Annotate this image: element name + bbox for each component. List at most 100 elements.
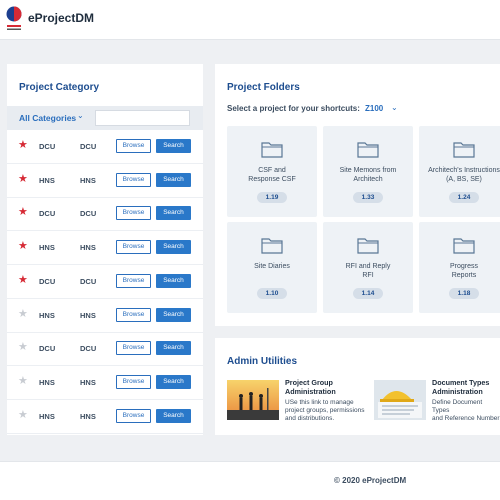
- category-row: ★ DCU DCU Browse Search: [7, 130, 203, 164]
- browse-button[interactable]: Browse: [116, 307, 151, 322]
- category-row: ★ HNS HNS Browse Search: [7, 366, 203, 400]
- category-name: HNS: [80, 175, 96, 185]
- search-button[interactable]: Search: [156, 206, 191, 221]
- browse-button[interactable]: Browse: [116, 374, 151, 389]
- folder-count-badge: 1.19: [257, 192, 287, 203]
- document-types-image[interactable]: [374, 380, 426, 420]
- search-button[interactable]: Search: [156, 139, 191, 153]
- search-button[interactable]: Search: [156, 240, 191, 255]
- folder-icon: [357, 140, 379, 158]
- folder-label: Architech's Instructions (A, BS, SE): [428, 167, 500, 183]
- browse-button[interactable]: Browse: [116, 273, 151, 288]
- star-filled-icon[interactable]: ★: [18, 140, 28, 151]
- folder-label: RFI and Reply RFI: [345, 263, 391, 279]
- search-button[interactable]: Search: [156, 172, 191, 187]
- star-outline-icon[interactable]: ★: [18, 342, 28, 353]
- project-group-image[interactable]: [227, 380, 279, 420]
- project-folders-title: Project Folders: [227, 82, 300, 93]
- project-category-title: Project Category: [19, 82, 100, 93]
- folder-count-badge: 1.24: [449, 192, 479, 203]
- project-category-panel: Project Category All Categories ⌄ ★ DCU DC…: [7, 64, 203, 435]
- folder-label: CSF and Response CSF: [248, 167, 296, 183]
- category-row: ★ HNS HNS Browse Search: [7, 231, 203, 266]
- category-row: ★ HNS HNS Browse Search: [7, 400, 203, 434]
- category-name: HNS: [80, 411, 96, 421]
- star-filled-icon[interactable]: ★: [18, 173, 28, 185]
- browse-button[interactable]: Browse: [116, 240, 151, 255]
- folder-card[interactable]: Site Diaries 1.10: [227, 222, 317, 313]
- top-bar: eProjectDM: [0, 0, 500, 40]
- star-filled-icon[interactable]: ★: [18, 207, 28, 218]
- admin-utilities-title: Admin Utilities: [227, 356, 298, 367]
- folder-label: Site Diaries: [254, 263, 290, 270]
- folder-card[interactable]: Architech's Instructions (A, BS, SE) 1.24: [419, 126, 500, 217]
- star-filled-icon[interactable]: ★: [18, 241, 28, 252]
- category-name: HNS: [80, 377, 96, 387]
- browse-button[interactable]: Browse: [116, 408, 151, 423]
- category-row: ★ HNS HNS Browse Search: [7, 164, 203, 198]
- category-row: ★ DCU DCU Browse Search: [7, 265, 203, 299]
- search-button[interactable]: Search: [156, 273, 191, 288]
- category-code: HNS: [39, 243, 55, 253]
- folder-card[interactable]: CSF and Response CSF 1.19: [227, 126, 317, 217]
- folder-card[interactable]: Site Memons from Architech 1.33: [323, 126, 413, 217]
- star-outline-icon[interactable]: ★: [18, 409, 28, 421]
- star-filled-icon[interactable]: ★: [18, 274, 28, 286]
- category-name: DCU: [80, 209, 97, 219]
- project-select-label: Select a project for your shortcuts:: [227, 104, 360, 113]
- folder-count-badge: 1.33: [353, 192, 383, 203]
- category-name: DCU: [80, 276, 97, 286]
- footer: © 2020 eProjectDM: [0, 461, 500, 500]
- category-name: DCU: [80, 142, 97, 151]
- folder-label: Site Memons from Architech: [339, 167, 397, 183]
- search-button[interactable]: Search: [156, 374, 191, 389]
- document-types-admin-desc: Define Document Types and Reference Numb…: [432, 399, 500, 422]
- browse-button[interactable]: Browse: [116, 341, 151, 356]
- category-code: HNS: [39, 175, 55, 185]
- category-code: HNS: [39, 411, 55, 421]
- category-code: HNS: [39, 310, 55, 320]
- project-select-dropdown[interactable]: Z100: [365, 104, 383, 113]
- category-code: DCU: [39, 142, 56, 151]
- category-row: ★ DCU DCU Browse Search: [7, 332, 203, 367]
- folder-icon: [453, 140, 475, 158]
- star-outline-icon[interactable]: ★: [18, 308, 28, 320]
- app-title[interactable]: eProjectDM: [28, 11, 94, 25]
- document-types-admin-link[interactable]: Document Types Administration: [432, 378, 489, 396]
- folder-icon: [261, 236, 283, 254]
- chevron-down-icon[interactable]: ⌄: [77, 111, 84, 120]
- chevron-down-icon[interactable]: ⌄: [391, 103, 398, 112]
- search-button[interactable]: Search: [156, 408, 191, 423]
- category-search-input[interactable]: [95, 110, 190, 126]
- search-button[interactable]: Search: [156, 341, 191, 356]
- category-row: ★ HNS HNS Browse Search: [7, 299, 203, 333]
- browse-button[interactable]: Browse: [116, 139, 151, 153]
- folder-label: Progress Reports: [449, 263, 478, 279]
- folder-card[interactable]: RFI and Reply RFI 1.14: [323, 222, 413, 313]
- folder-icon: [453, 236, 475, 254]
- folder-count-badge: 1.10: [257, 288, 287, 299]
- folder-icon: [261, 140, 283, 158]
- browse-button[interactable]: Browse: [116, 172, 151, 187]
- category-code: DCU: [39, 276, 56, 286]
- category-code: DCU: [39, 344, 56, 354]
- search-button[interactable]: Search: [156, 307, 191, 322]
- folder-icon: [357, 236, 379, 254]
- category-name: HNS: [80, 243, 96, 253]
- project-group-admin-desc: USe this link to manage project groups, …: [285, 399, 365, 422]
- copyright-text: © 2020 eProjectDM: [334, 476, 407, 485]
- category-filter-dropdown[interactable]: All Categories: [19, 113, 76, 123]
- category-filter-bar: All Categories ⌄: [7, 106, 203, 130]
- category-code: DCU: [39, 209, 56, 219]
- folder-count-badge: 1.14: [353, 288, 383, 299]
- folder-count-badge: 1.18: [449, 288, 479, 299]
- category-name: HNS: [80, 310, 96, 320]
- company-logo[interactable]: [6, 6, 22, 32]
- category-name: DCU: [80, 344, 97, 354]
- category-row: ★ DCU DCU Browse Search: [7, 197, 203, 232]
- folder-card[interactable]: Progress Reports 1.18: [419, 222, 500, 313]
- project-group-admin-link[interactable]: Project Group Administration: [285, 378, 336, 396]
- star-outline-icon[interactable]: ★: [18, 375, 28, 387]
- browse-button[interactable]: Browse: [116, 206, 151, 221]
- category-code: HNS: [39, 377, 55, 387]
